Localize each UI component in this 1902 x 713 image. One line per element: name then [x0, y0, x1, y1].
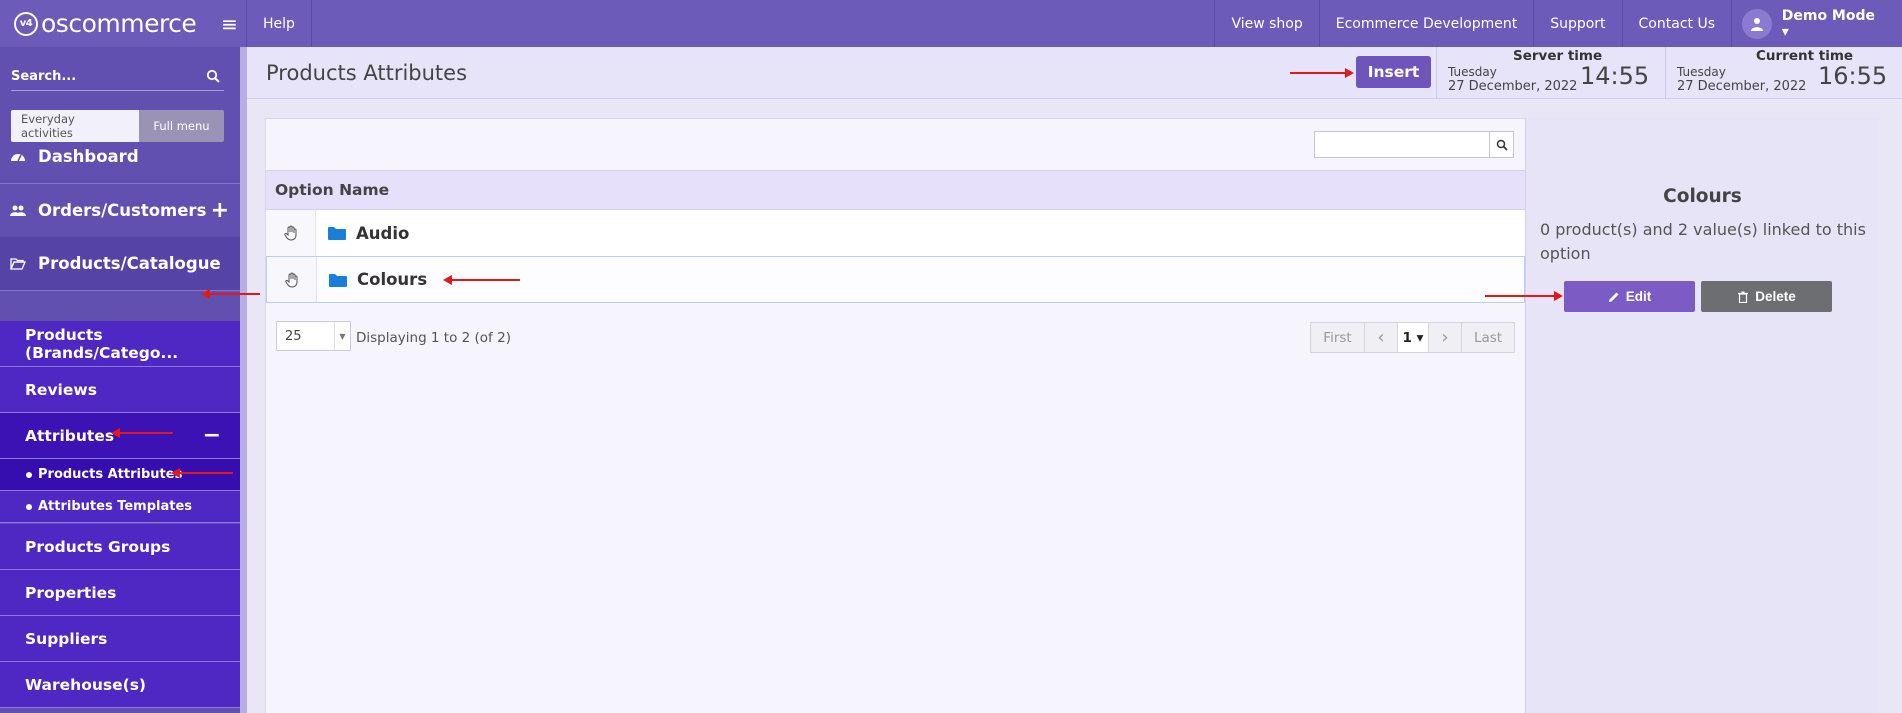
user-menu[interactable]: Demo Mode ▾	[1732, 0, 1902, 47]
sidebar-item-label: Attributes	[25, 426, 115, 445]
contact-us-link[interactable]: Contact Us	[1623, 0, 1732, 47]
page-header: Products Attributes Insert Server time T…	[247, 47, 1902, 99]
pagination: First ‹ 1 ▾ › Last	[1310, 322, 1515, 353]
option-name: Colours	[357, 270, 428, 289]
sidebar-item-orders-customers[interactable]: Orders/Customers +	[0, 184, 240, 238]
sidebar-item-attributes-templates[interactable]: Attributes Templates	[0, 491, 240, 523]
hamburger-menu-icon[interactable]: ≡	[213, 0, 247, 47]
sidebar-item-properties[interactable]: Properties	[0, 570, 240, 616]
folder-icon	[329, 273, 347, 287]
dashboard-icon	[10, 149, 30, 165]
list-search-input[interactable]	[1314, 131, 1490, 158]
sidebar-item-label: Reviews	[25, 380, 97, 399]
top-bar: v4 oscommerce ≡ Help View shop Ecommerce…	[0, 0, 1902, 47]
pager-prev-icon[interactable]: ‹	[1364, 322, 1397, 353]
sidebar-item-label: Attributes Templates	[38, 499, 193, 514]
sidebar-item-warehouses[interactable]: Warehouse(s)	[0, 662, 240, 708]
sidebar-item-products-attributes[interactable]: Products Attributes	[0, 459, 240, 491]
page-title: Products Attributes	[266, 61, 468, 85]
logo-text: oscommerce	[41, 9, 197, 38]
sidebar-item-dashboard[interactable]: Dashboard	[0, 130, 240, 184]
users-icon	[10, 203, 30, 219]
current-time-box: Current time Tuesday 27 December, 2022 1…	[1665, 47, 1902, 99]
sidebar-item-label: Warehouse(s)	[25, 675, 147, 694]
pager-next-icon[interactable]: ›	[1428, 322, 1461, 353]
delete-label: Delete	[1755, 289, 1796, 304]
pencil-icon	[1608, 292, 1619, 302]
expand-plus-icon[interactable]: +	[211, 198, 229, 223]
current-clock: 16:55	[1818, 62, 1888, 90]
sidebar-item-label: Orders/Customers	[38, 201, 207, 220]
user-avatar-icon	[1742, 8, 1772, 39]
option-info-panel: Colours 0 product(s) and 2 value(s) link…	[1525, 118, 1878, 713]
logo[interactable]: v4 oscommerce	[0, 0, 213, 47]
annotation-arrow-icon	[201, 289, 260, 299]
sidebar-search-input[interactable]	[11, 63, 201, 89]
sidebar-item-attributes[interactable]: Attributes −	[0, 413, 240, 459]
sidebar-search	[11, 63, 224, 91]
annotation-arrow-icon	[1485, 291, 1563, 301]
support-link[interactable]: Support	[1534, 0, 1623, 47]
search-icon	[1496, 139, 1508, 151]
annotation-arrow-icon	[443, 275, 520, 285]
annotation-arrow-icon	[1290, 68, 1354, 78]
sidebar-item-label: Suppliers	[25, 629, 108, 648]
server-day: Tuesday	[1448, 65, 1497, 79]
server-time-box: Server time Tuesday 27 December, 2022 14…	[1436, 47, 1664, 99]
per-page-value: 25	[285, 328, 302, 344]
sidebar-item-products-catalogue[interactable]: Products/Catalogue	[0, 237, 240, 291]
annotation-arrow-icon	[111, 428, 173, 438]
insert-button[interactable]: Insert	[1356, 56, 1431, 88]
sidebar-item-suppliers[interactable]: Suppliers	[0, 616, 240, 662]
pager-last-button[interactable]: Last	[1461, 322, 1515, 353]
delete-button[interactable]: Delete	[1701, 281, 1832, 312]
folder-open-icon	[10, 256, 30, 272]
bullet-icon	[26, 503, 32, 510]
pager-page-select[interactable]: 1 ▾	[1397, 322, 1428, 353]
option-name: Audio	[356, 223, 410, 243]
top-bar-spacer	[312, 0, 1216, 47]
server-clock: 14:55	[1580, 62, 1650, 90]
view-shop-link[interactable]: View shop	[1215, 0, 1320, 47]
sidebar-item-label: Products Groups	[25, 537, 171, 556]
server-date: 27 December, 2022	[1448, 79, 1578, 94]
folder-icon	[328, 227, 346, 240]
sidebar-item-reviews[interactable]: Reviews	[0, 367, 240, 413]
table-row[interactable]: Audio	[266, 210, 1525, 257]
sidebar-item-label: Properties	[25, 583, 117, 602]
drag-handle-icon[interactable]	[266, 210, 316, 256]
ecommerce-development-link[interactable]: Ecommerce Development	[1320, 0, 1535, 47]
user-name: Demo Mode ▾	[1781, 7, 1875, 40]
logo-mark-icon: v4	[14, 11, 38, 36]
sidebar-item-label: Products Attributes	[38, 467, 183, 482]
column-header-option-name[interactable]: Option Name	[266, 170, 1525, 210]
search-icon[interactable]	[206, 69, 220, 83]
annotation-arrow-icon	[171, 468, 233, 478]
current-date: 27 December, 2022	[1677, 79, 1807, 94]
sidebar-resize-handle[interactable]	[240, 47, 247, 713]
sidebar-item-products-brands[interactable]: Products (Brands/Catego...	[0, 321, 240, 367]
drag-handle-icon[interactable]	[267, 257, 317, 302]
pager-page-number: 1	[1402, 329, 1412, 346]
edit-button[interactable]: Edit	[1564, 281, 1695, 312]
trash-icon	[1738, 291, 1749, 303]
per-page-select[interactable]: 25 ▼	[276, 321, 351, 351]
edit-label: Edit	[1625, 289, 1652, 304]
displaying-count: Displaying 1 to 2 (of 2)	[356, 330, 511, 346]
sidebar-item-label: Products (Brands/Catego...	[25, 325, 179, 362]
current-day: Tuesday	[1677, 65, 1726, 79]
pager-first-button[interactable]: First	[1310, 322, 1364, 353]
collapse-minus-icon[interactable]: −	[203, 423, 221, 448]
sidebar-item-label: Dashboard	[38, 147, 139, 166]
sidebar-item-products-groups[interactable]: Products Groups	[0, 524, 240, 570]
info-description: 0 product(s) and 2 value(s) linked to th…	[1540, 220, 1866, 263]
list-search-button[interactable]	[1489, 131, 1514, 158]
info-title: Colours	[1663, 186, 1742, 207]
sidebar-item-label: Products/Catalogue	[38, 254, 221, 273]
help-link[interactable]: Help	[247, 0, 312, 47]
bullet-icon	[26, 471, 32, 478]
caret-down-icon: ▼	[334, 322, 350, 350]
